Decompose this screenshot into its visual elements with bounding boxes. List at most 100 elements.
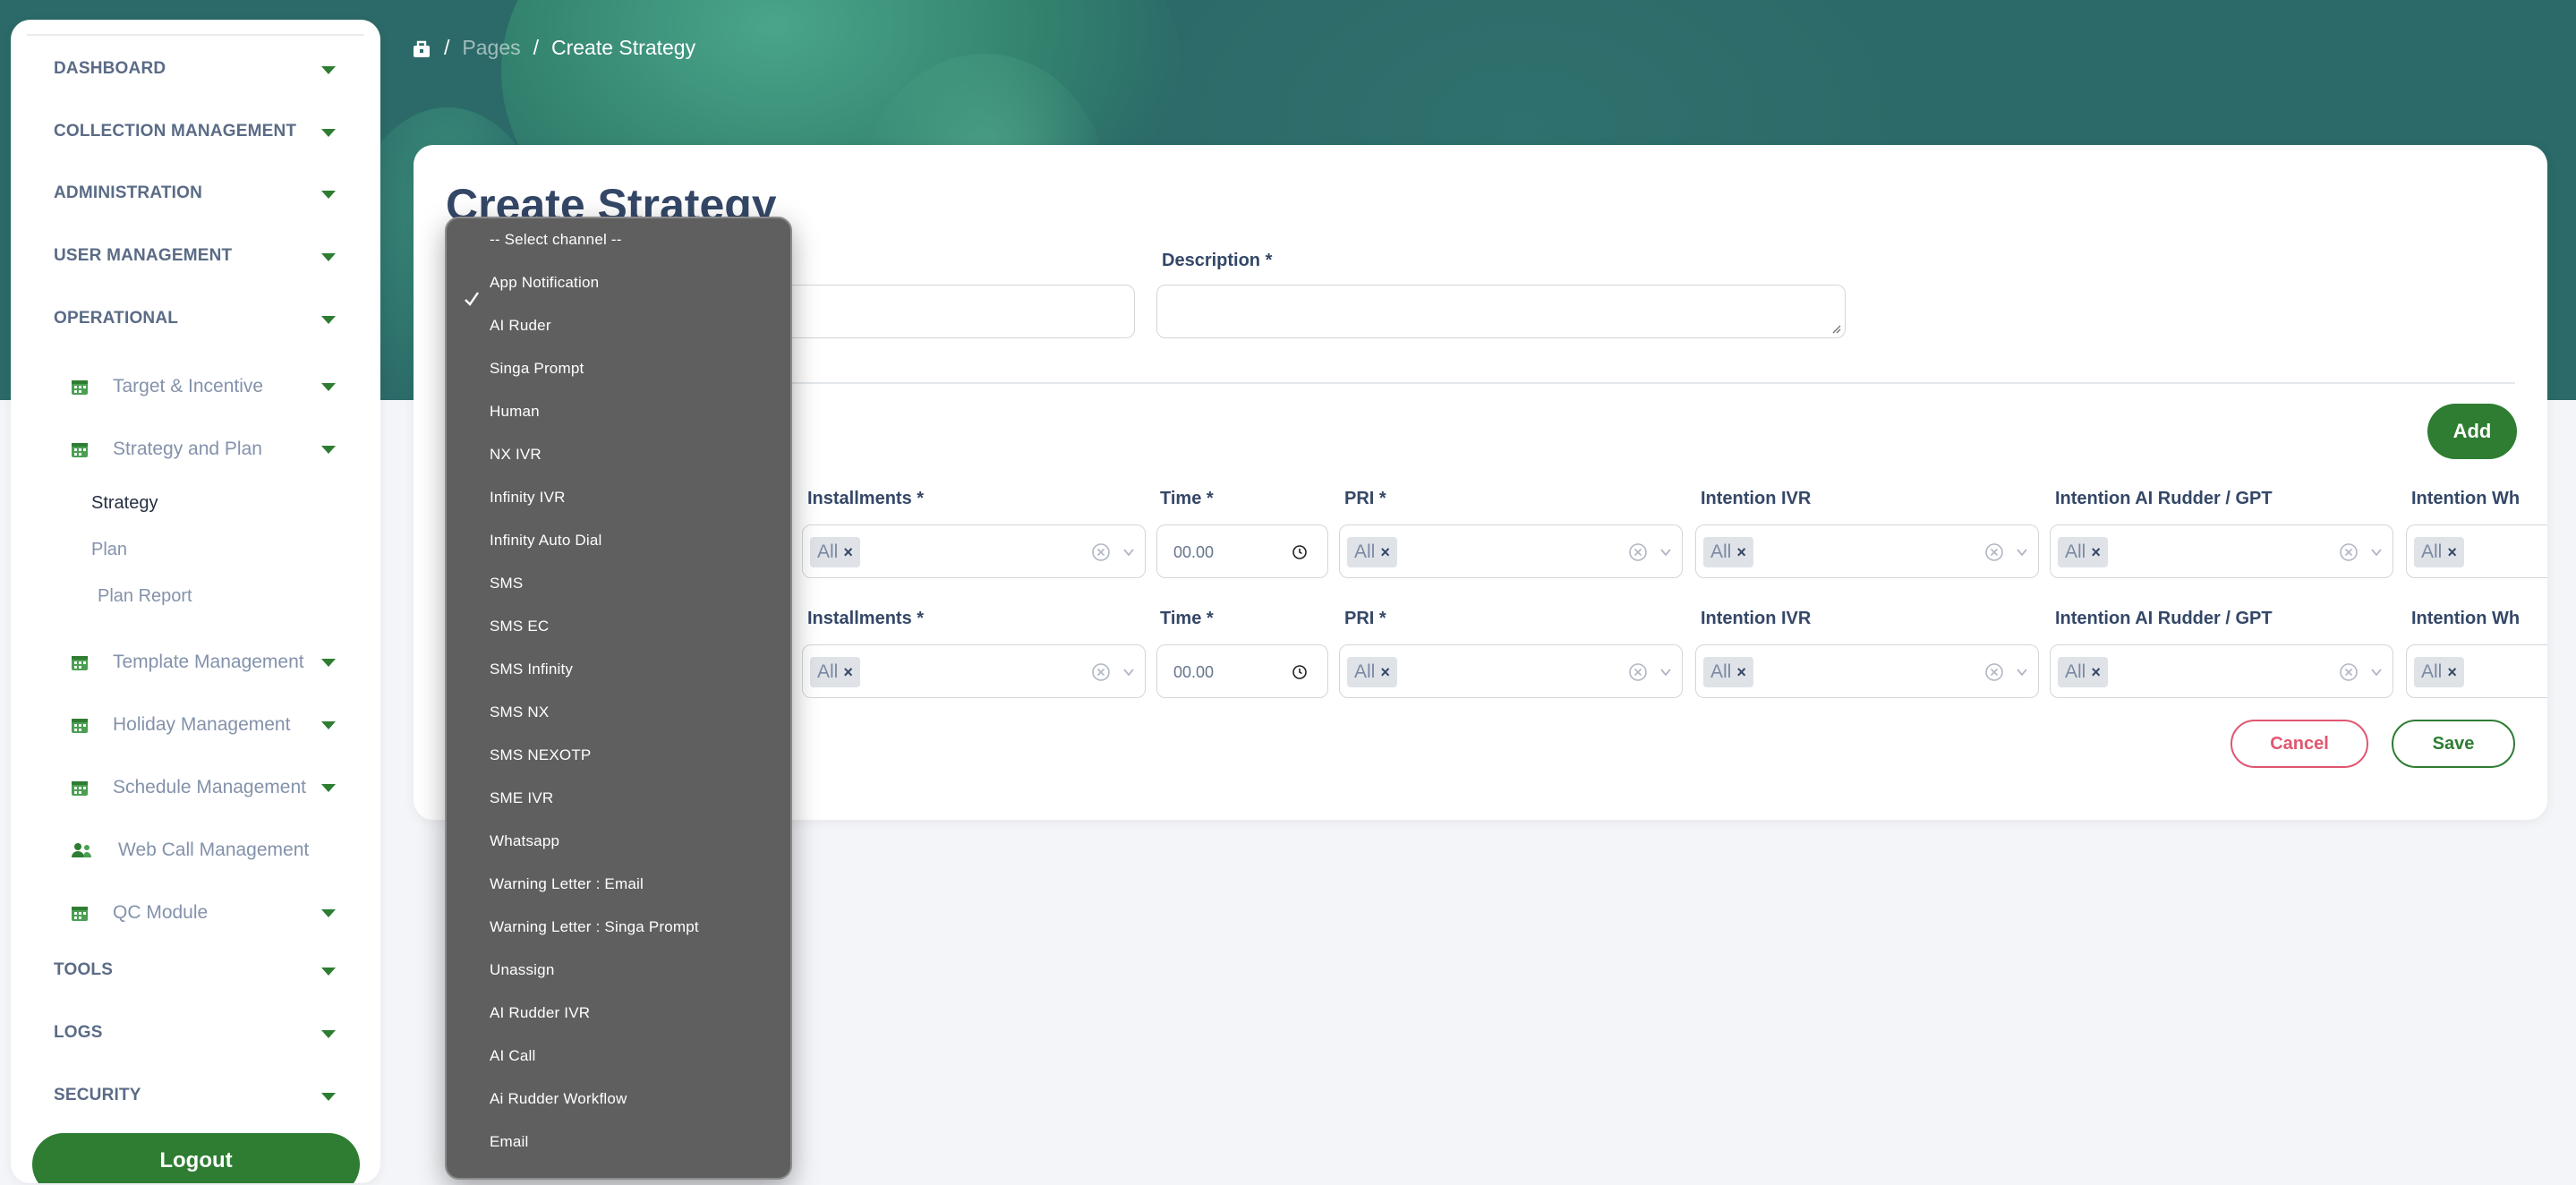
selected-chip: All ×	[1703, 537, 1753, 567]
pri-select[interactable]: All ×	[1339, 524, 1683, 578]
breadcrumb-pages[interactable]: Pages	[462, 36, 520, 60]
channel-option[interactable]: Infinity Auto Dial	[490, 532, 602, 550]
sidebar-item-strategy-and-plan[interactable]: Strategy and Plan	[11, 431, 380, 467]
clear-icon[interactable]	[1091, 542, 1111, 562]
channel-option[interactable]: Unassign	[490, 961, 554, 979]
chevron-down-icon	[321, 383, 336, 391]
clear-icon[interactable]	[1628, 542, 1648, 562]
chip-remove-icon[interactable]: ×	[1380, 537, 1390, 567]
channel-option[interactable]: Whatsapp	[490, 832, 559, 850]
sidebar-section-label: DASHBOARD	[54, 59, 166, 78]
sidebar-section-label: SECURITY	[54, 1086, 141, 1104]
channel-option[interactable]: Human	[490, 403, 540, 421]
channel-option[interactable]: -- Select channel --	[490, 231, 622, 249]
sidebar-item-plan[interactable]: Plan	[11, 533, 380, 566]
intention-wh-select[interactable]: All ×	[2406, 524, 2547, 578]
clear-icon[interactable]	[2339, 542, 2358, 562]
installments-select[interactable]: All ×	[802, 524, 1146, 578]
breadcrumb: / Pages / Create Strategy	[412, 36, 695, 60]
intention-ai-label: Intention AI Rudder / GPT	[2055, 489, 2273, 508]
chip-remove-icon[interactable]: ×	[2447, 657, 2457, 687]
sidebar-item-label: Plan Report	[98, 585, 192, 606]
clear-icon[interactable]	[1984, 662, 2004, 682]
channel-option[interactable]: Warning Letter : Email	[490, 875, 644, 893]
sidebar-item-target-incentive[interactable]: Target & Incentive	[11, 369, 380, 405]
chip-label: All	[1354, 661, 1376, 682]
intention-wh-label: Intention Wh	[2411, 609, 2521, 628]
sidebar-item-holiday-management[interactable]: Holiday Management	[11, 707, 380, 743]
sidebar-section-logs[interactable]: LOGS	[11, 1018, 380, 1048]
time-input[interactable]: 00.00	[1156, 524, 1328, 578]
sidebar-item-qc-module[interactable]: QC Module	[11, 895, 380, 931]
description-textarea[interactable]	[1156, 285, 1846, 338]
channel-option[interactable]: SME IVR	[490, 789, 553, 807]
channel-option[interactable]: Warning Letter : Singa Prompt	[490, 918, 699, 936]
sidebar-section-security[interactable]: SECURITY	[11, 1080, 380, 1111]
channel-option[interactable]: NX IVR	[490, 446, 542, 464]
chip-remove-icon[interactable]: ×	[843, 657, 853, 687]
clear-icon[interactable]	[1628, 662, 1648, 682]
channel-option[interactable]: SMS EC	[490, 618, 549, 635]
channel-option[interactable]: AI Ruder	[490, 317, 551, 335]
chevron-down-icon	[321, 968, 336, 976]
clock-icon[interactable]	[1292, 544, 1308, 560]
sidebar-section-tools[interactable]: TOOLS	[11, 955, 380, 985]
chevron-down-icon	[321, 66, 336, 74]
sidebar-item-template-management[interactable]: Template Management	[11, 644, 380, 680]
channel-option[interactable]: AI Call	[490, 1047, 535, 1065]
channel-option[interactable]: SMS	[490, 575, 523, 592]
pri-select[interactable]: All ×	[1339, 644, 1683, 698]
sidebar-item-web-call-management[interactable]: Web Call Management	[11, 832, 380, 868]
channel-option[interactable]: Infinity IVR	[490, 489, 566, 507]
chip-remove-icon[interactable]: ×	[2447, 537, 2457, 567]
sidebar-section-administration[interactable]: ADMINISTRATION	[11, 178, 380, 209]
cancel-button[interactable]: Cancel	[2231, 720, 2368, 768]
sidebar-section-user-management[interactable]: USER MANAGEMENT	[11, 241, 380, 271]
intention-ai-select[interactable]: All ×	[2050, 644, 2393, 698]
intention-ivr-select[interactable]: All ×	[1695, 524, 2039, 578]
home-icon[interactable]	[412, 38, 431, 58]
installments-select[interactable]: All ×	[802, 644, 1146, 698]
chip-remove-icon[interactable]: ×	[2091, 657, 2101, 687]
intention-ai-select[interactable]: All ×	[2050, 524, 2393, 578]
sidebar-item-plan-report[interactable]: Plan Report	[11, 580, 380, 612]
breadcrumb-current: Create Strategy	[551, 36, 696, 59]
chip-remove-icon[interactable]: ×	[1736, 537, 1746, 567]
channel-option[interactable]: SMS Infinity	[490, 661, 573, 678]
channel-option[interactable]: SMS NEXOTP	[490, 746, 591, 764]
add-button[interactable]: Add	[2427, 404, 2517, 459]
clear-icon[interactable]	[1091, 662, 1111, 682]
sidebar-item-strategy[interactable]: Strategy	[11, 487, 380, 519]
channel-option[interactable]: SMS NX	[490, 703, 549, 721]
chip-label: All	[817, 541, 839, 562]
chevron-down-icon	[2371, 669, 2382, 677]
sidebar-item-schedule-management[interactable]: Schedule Management	[11, 770, 380, 806]
intention-ivr-select[interactable]: All ×	[1695, 644, 2039, 698]
channel-option[interactable]: Singa Prompt	[490, 360, 584, 378]
intention-wh-select[interactable]: All ×	[2406, 644, 2547, 698]
sidebar-section-collection-management[interactable]: COLLECTION MANAGEMENT	[11, 116, 380, 147]
clear-icon[interactable]	[2339, 662, 2358, 682]
channel-option[interactable]: Email	[490, 1133, 529, 1151]
clock-icon[interactable]	[1292, 664, 1308, 680]
sidebar-section-dashboard[interactable]: DASHBOARD	[11, 54, 380, 84]
calendar-icon	[70, 778, 90, 797]
channel-dropdown-menu[interactable]: -- Select channel -- App Notification AI…	[445, 217, 792, 1180]
chip-remove-icon[interactable]: ×	[1380, 657, 1390, 687]
chip-remove-icon[interactable]: ×	[2091, 537, 2101, 567]
chip-remove-icon[interactable]: ×	[1736, 657, 1746, 687]
calendar-icon	[70, 439, 90, 459]
clear-icon[interactable]	[1984, 542, 2004, 562]
resize-handle-icon[interactable]	[1830, 323, 1841, 334]
time-input[interactable]: 00.00	[1156, 644, 1328, 698]
channel-option[interactable]: App Notification	[490, 274, 599, 292]
channel-option[interactable]: Ai Rudder Workflow	[490, 1090, 627, 1108]
chip-remove-icon[interactable]: ×	[843, 537, 853, 567]
sidebar-item-label: Holiday Management	[113, 714, 291, 735]
sidebar-section-operational[interactable]: OPERATIONAL	[11, 303, 380, 334]
selected-chip: All ×	[2414, 537, 2464, 567]
logout-button[interactable]: Logout	[32, 1133, 360, 1183]
channel-option[interactable]: AI Rudder IVR	[490, 1004, 590, 1022]
calendar-icon	[70, 715, 90, 735]
save-button[interactable]: Save	[2392, 720, 2515, 768]
